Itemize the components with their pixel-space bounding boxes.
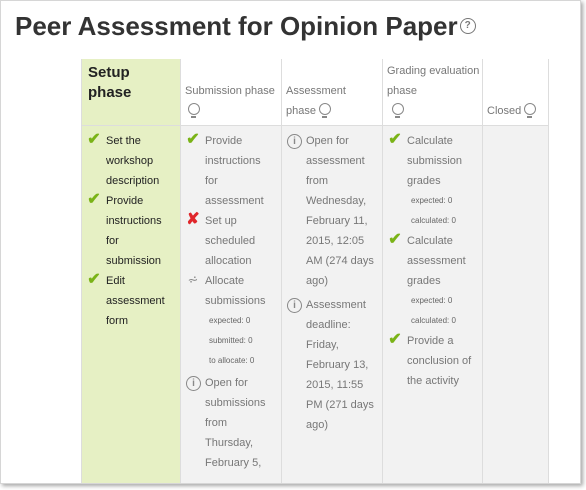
task-provide-conclusion[interactable]: ✔ Provide a conclusion of the activity [383,331,482,391]
lightbulb-icon[interactable] [188,103,200,119]
lightbulb-icon[interactable] [392,103,404,119]
phase-closed-label: Closed [487,105,522,117]
phase-submission-header: Submission phase [181,59,281,126]
task-text: Open for assessment from Wednesday, Febr… [306,135,374,287]
phase-setup-tasks: ✔ Set the workshop description ✔ Provide… [82,131,180,331]
check-icon: ✔ [87,271,101,288]
phase-closed-header: Closed [483,59,548,126]
question-circle-icon[interactable]: ? [459,18,476,35]
phase-assessment-label: Assessment phase [286,85,346,117]
task-allocate-submissions[interactable]: ⩫ Allocate submissions expected: 0 submi… [181,271,281,371]
phase-grading-title[interactable]: Grading evaluation phase [387,61,481,121]
task-text: Provide instructions for assessment [205,135,264,207]
phase-closed-title[interactable]: Closed [487,101,537,121]
phase-assessment-tasks: i Open for assessment from Wednesday, Fe… [282,131,382,435]
check-icon: ✔ [388,331,402,348]
task-text: Calculate assessment grades [407,235,466,287]
check-icon: ✔ [186,131,200,148]
task-edit-assessment-form[interactable]: ✔ Edit assessment form [82,271,180,331]
phase-setup: Setup phase ✔ Set the workshop descripti… [81,59,181,483]
phase-submission-title[interactable]: Submission phase [185,81,280,121]
phase-assessment-title[interactable]: Assessment phase [286,81,364,121]
phase-setup-header: Setup phase [82,59,180,126]
phase-closed[interactable]: Closed [483,59,549,483]
phase-grading-header: Grading evaluation phase [383,59,482,126]
task-set-description[interactable]: ✔ Set the workshop description [82,131,180,191]
allocate-to-allocate: to allocate: 0 [209,356,255,365]
task-text: Set up scheduled allocation [205,215,256,267]
phase-submission[interactable]: Submission phase ✔ Provide instructions … [181,59,282,483]
phase-grading-tasks: ✔ Calculate submission grades expected: … [383,131,482,391]
info-circle-icon: i [186,376,201,391]
check-icon: ✔ [388,231,402,248]
page-title: Peer Assessment for Opinion Paper? [15,11,476,42]
cross-icon: ✘ [186,211,200,228]
phase-assessment[interactable]: Assessment phase i Open for assessment f… [282,59,383,483]
task-text: Edit assessment form [106,275,165,327]
workshop-window: Peer Assessment for Opinion Paper? Setup… [0,0,581,484]
phase-setup-title: Setup phase [88,64,132,101]
task-submission-instructions[interactable]: ✔ Provide instructions for submission [82,191,180,271]
check-icon: ✔ [388,131,402,148]
phase-submission-label: Submission phase [185,85,275,97]
workshop-phases-planner: Setup phase ✔ Set the workshop descripti… [81,59,549,483]
task-text: Calculate submission grades [407,135,463,187]
assessment-expected: expected: 0 [411,296,453,305]
task-text: Allocate submissions [205,275,266,307]
info-circle-icon: i [287,134,302,149]
task-text: Provide instructions for submission [106,195,162,267]
task-text: Set the workshop description [106,135,160,187]
page-title-text: Peer Assessment for Opinion Paper [15,11,458,41]
phase-grading-label: Grading evaluation phase [387,65,480,97]
check-icon: ✔ [87,131,101,148]
task-scheduled-allocation[interactable]: ✘ Set up scheduled allocation [181,211,281,271]
info-circle-icon: i [287,298,302,313]
task-text: Assessment deadline: Friday, February 13… [306,299,374,431]
scheduled-allocation-icon: ⩫ [187,272,199,287]
phase-submission-tasks: ✔ Provide instructions for assessment ✘ … [181,131,281,473]
allocate-submitted: submitted: 0 [209,336,253,345]
submission-calculated: calculated: 0 [411,216,456,225]
task-assessment-instructions[interactable]: ✔ Provide instructions for assessment [181,131,281,211]
task-open-submissions: i Open for submissions from Thursday, Fe… [181,373,281,473]
lightbulb-icon[interactable] [524,103,537,119]
task-open-assessment: i Open for assessment from Wednesday, Fe… [282,131,382,291]
task-text: Provide a conclusion of the activity [407,335,472,387]
task-assessment-deadline: i Assessment deadline: Friday, February … [282,295,382,435]
submission-expected: expected: 0 [411,196,453,205]
phase-assessment-header: Assessment phase [282,59,382,126]
lightbulb-icon[interactable] [318,103,331,119]
check-icon: ✔ [87,191,101,208]
assessment-calculated: calculated: 0 [411,316,456,325]
task-calc-submission-grades[interactable]: ✔ Calculate submission grades expected: … [383,131,482,231]
allocate-expected: expected: 0 [209,316,251,325]
phase-grading-evaluation[interactable]: Grading evaluation phase ✔ Calculate sub… [383,59,483,483]
task-calc-assessment-grades[interactable]: ✔ Calculate assessment grades expected: … [383,231,482,331]
task-text: Open for submissions from Thursday, Febr… [205,377,266,469]
